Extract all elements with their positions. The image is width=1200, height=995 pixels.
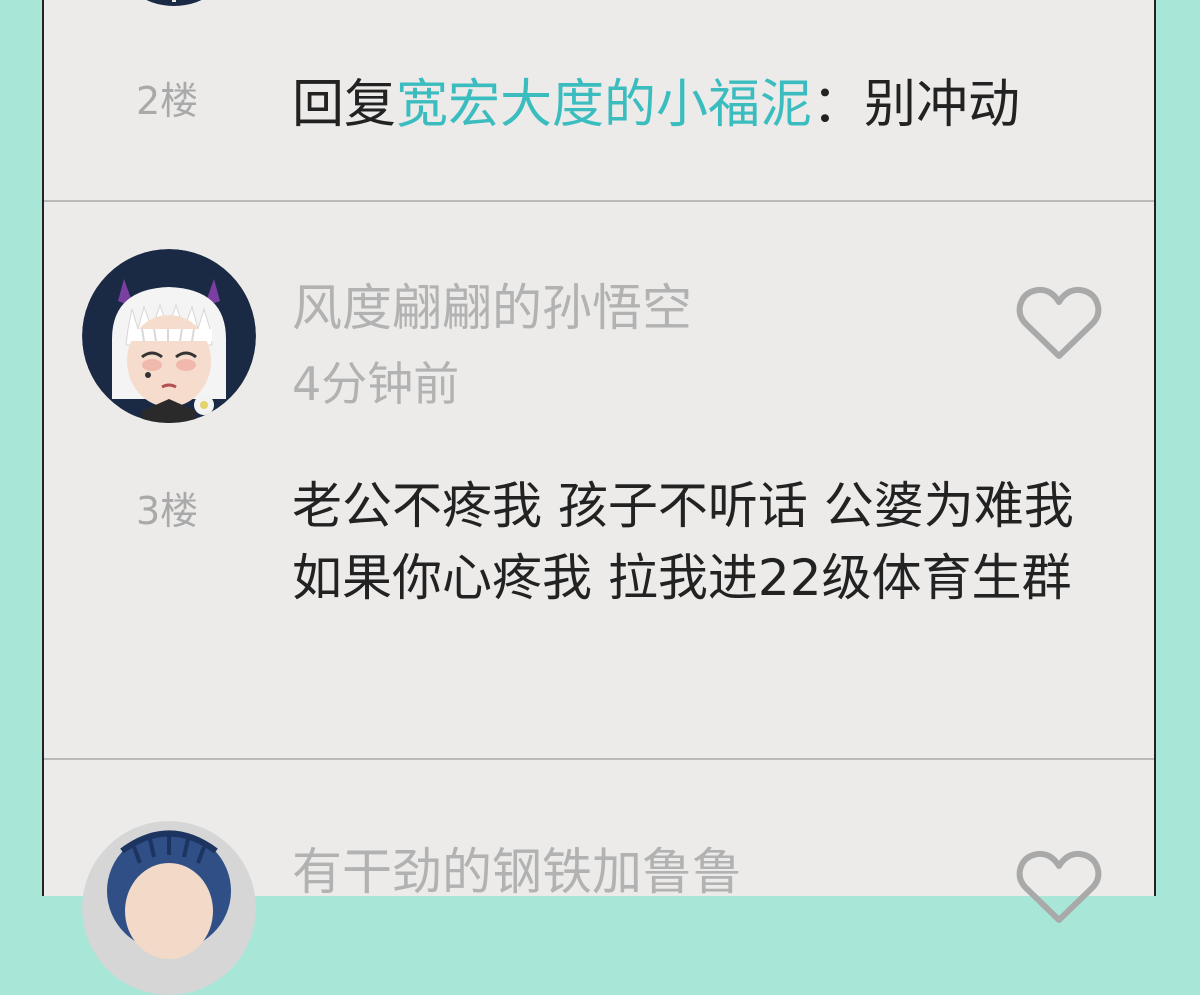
like-button[interactable] bbox=[1016, 848, 1102, 926]
reply-suffix: ：别冲动 bbox=[812, 75, 1021, 135]
comment-panel: 2楼 回复宽宏大度的小福泥：别冲动 风度翩翩的孙悟空 4分钟前 3楼 老公不疼我… bbox=[42, 0, 1156, 995]
avatar[interactable] bbox=[82, 821, 256, 995]
reply-prefix: 回复 bbox=[292, 75, 397, 135]
mention-link[interactable]: 宽宏大度的小福泥 bbox=[396, 75, 812, 135]
avatar-blue-hair-icon bbox=[82, 821, 256, 995]
floor-number: 2楼 bbox=[136, 79, 199, 123]
floor-number: 3楼 bbox=[136, 489, 199, 533]
heart-icon bbox=[1016, 850, 1102, 923]
divider bbox=[44, 758, 1154, 760]
reply-text: 回复宽宏大度的小福泥：别冲动 bbox=[292, 62, 1020, 137]
avatar[interactable] bbox=[82, 249, 256, 423]
username[interactable]: 风度翩翩的孙悟空 bbox=[292, 268, 692, 340]
username[interactable]: 有干劲的钢铁加鲁鲁 bbox=[292, 832, 742, 904]
comment-text: 老公不疼我 孩子不听话 公婆为难我 如果你心疼我 拉我进22级体育生群 bbox=[292, 477, 1074, 607]
timestamp: 4分钟前 bbox=[292, 357, 460, 411]
divider bbox=[44, 200, 1154, 202]
heart-icon bbox=[1016, 286, 1102, 359]
avatar-horned-girl-icon bbox=[82, 249, 256, 423]
like-button[interactable] bbox=[1016, 284, 1102, 362]
avatar[interactable] bbox=[114, 0, 234, 6]
